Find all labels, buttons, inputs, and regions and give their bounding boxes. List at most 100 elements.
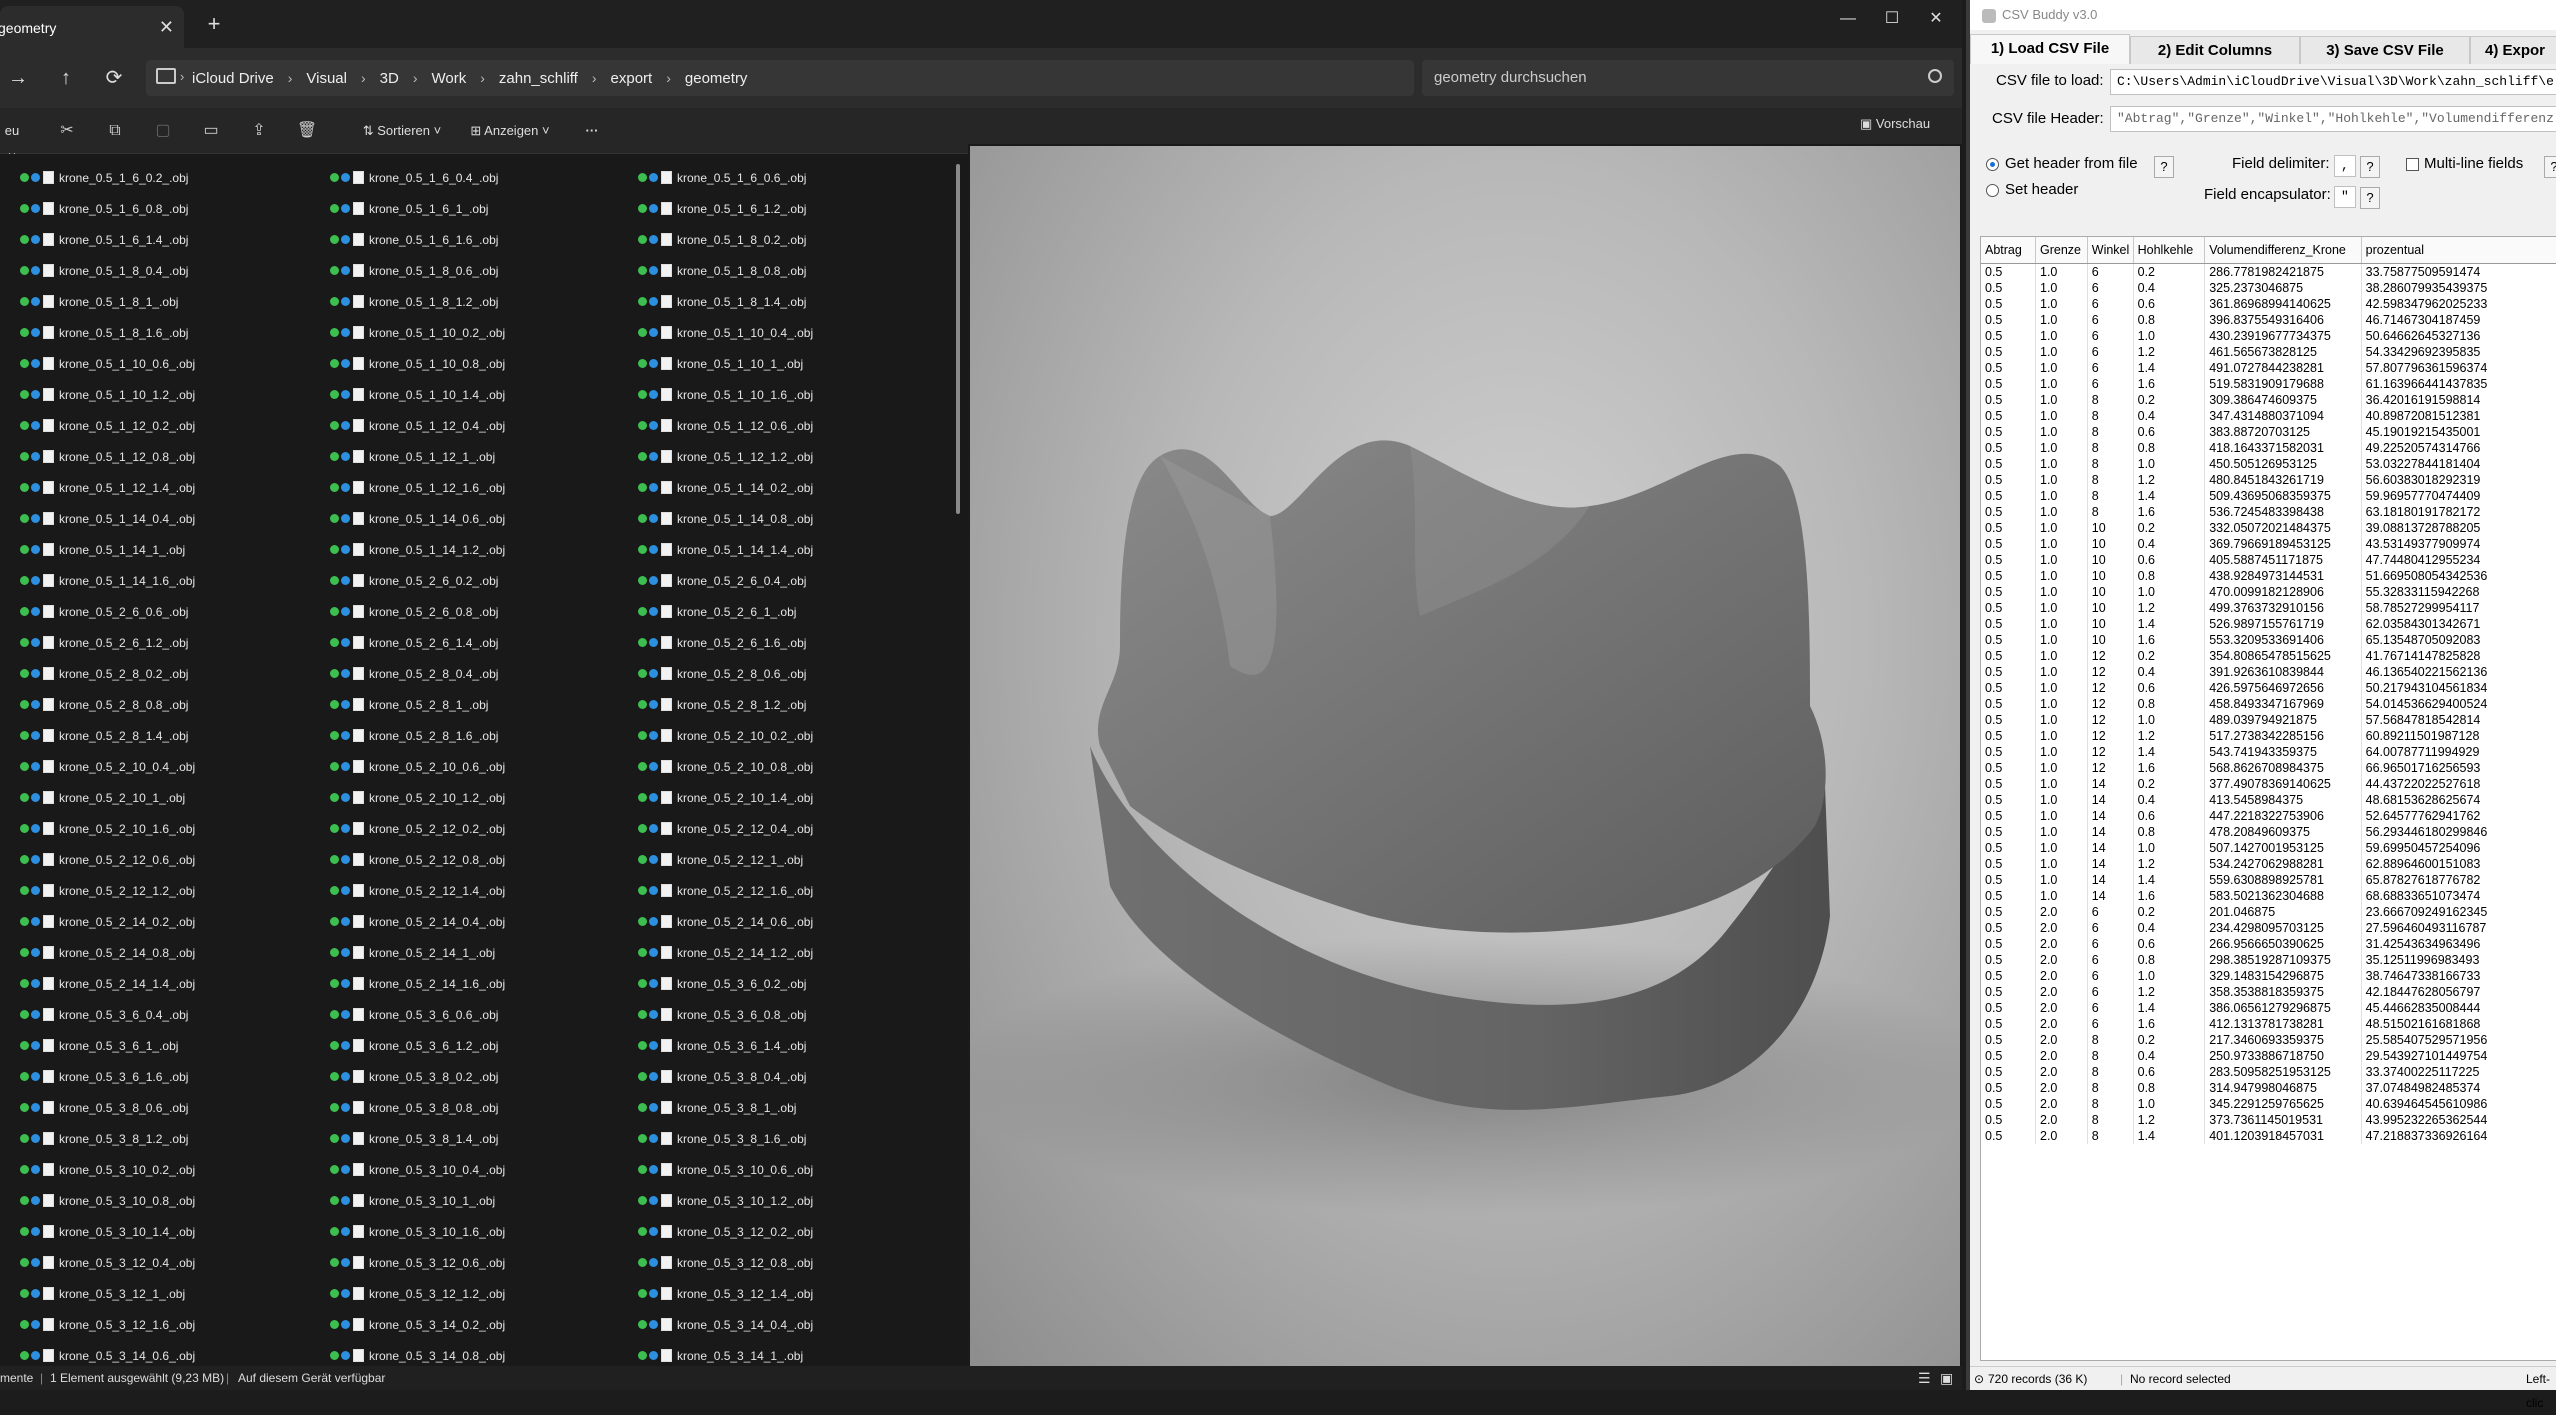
new-button[interactable]: eu ˅ — [0, 118, 24, 164]
file-item[interactable]: krone_0.5_1_14_1.6_.obj — [20, 565, 195, 596]
file-item[interactable]: krone_0.5_1_8_0.6_.obj — [330, 255, 505, 286]
file-list-scrollbar[interactable] — [956, 164, 960, 514]
table-row[interactable]: 0.5 1.0 8 0.8 418.1643371582031 49.2252057431… — [1981, 439, 2556, 456]
close-tab-icon[interactable]: ✕ — [159, 9, 174, 45]
file-item[interactable]: krone_0.5_2_14_1_.obj — [330, 937, 505, 968]
table-row[interactable]: 0.5 1.0 6 0.2 286.7781982421875 33.7587750959… — [1981, 263, 2556, 280]
file-item[interactable]: krone_0.5_1_14_1.2_.obj — [330, 534, 505, 565]
table-row[interactable]: 0.5 1.0 12 1.4 543.741943359375 64.0078771199… — [1981, 743, 2556, 760]
file-item[interactable]: krone_0.5_1_8_0.4_.obj — [20, 255, 195, 286]
file-item[interactable]: krone_0.5_2_12_1.2_.obj — [20, 875, 195, 906]
file-item[interactable]: krone_0.5_2_12_1.4_.obj — [330, 875, 505, 906]
table-row[interactable]: 0.5 1.0 6 0.6 361.86968994140625 42.598347962… — [1981, 295, 2556, 312]
file-item[interactable]: krone_0.5_1_6_0.2_.obj — [20, 162, 195, 193]
table-row[interactable]: 0.5 1.0 14 1.4 559.6308898925781 65.878276187… — [1981, 871, 2556, 888]
file-item[interactable]: krone_0.5_3_10_1_.obj — [330, 1185, 505, 1216]
file-item[interactable]: krone_0.5_1_10_1.6_.obj — [638, 379, 813, 410]
file-item[interactable]: krone_0.5_1_8_0.8_.obj — [638, 255, 813, 286]
file-item[interactable]: krone_0.5_2_14_0.6_.obj — [638, 906, 813, 937]
breadcrumb-item[interactable]: export — [611, 70, 653, 87]
file-item[interactable]: krone_0.5_3_6_1.4_.obj — [638, 1030, 813, 1061]
breadcrumb-item[interactable]: zahn_schliff — [499, 70, 578, 87]
field-encapsulator-input[interactable]: " — [2334, 186, 2356, 208]
file-item[interactable]: krone_0.5_2_8_1.4_.obj — [20, 720, 195, 751]
table-row[interactable]: 0.5 2.0 6 0.4 234.42980957031​25 27.596460493… — [1981, 919, 2556, 936]
table-row[interactable]: 0.5 1.0 12 1.0 489.039794921875 57.5684781854… — [1981, 711, 2556, 728]
file-item[interactable]: krone_0.5_2_8_0.6_.obj — [638, 658, 813, 689]
file-item[interactable]: krone_0.5_2_8_1_.obj — [330, 689, 505, 720]
column-header[interactable]: prozentual — [2361, 237, 2556, 264]
delimiter-help-button[interactable]: ? — [2360, 156, 2380, 178]
file-item[interactable]: krone_0.5_2_6_0.4_.obj — [638, 565, 813, 596]
table-row[interactable]: 0.5 2.0 6 1.0 329.1483154296875 38.7464733816… — [1981, 967, 2556, 984]
table-row[interactable]: 0.5 1.0 8 0.2 309.386474609375 36.42016191598… — [1981, 391, 2556, 408]
table-row[interactable]: 0.5 1.0 12 0.6 426.5975646972656 50.217943104… — [1981, 679, 2556, 696]
file-item[interactable]: krone_0.5_1_10_0.4_.obj — [638, 317, 813, 348]
table-row[interactable]: 0.5 2.0 6 1.2 358.3538818359375 42.1844762805… — [1981, 983, 2556, 1000]
file-item[interactable]: krone_0.5_3_10_0.4_.obj — [330, 1154, 505, 1185]
share-icon[interactable]: ⇪ — [248, 118, 270, 140]
copy-icon[interactable]: ⧉ — [104, 118, 126, 140]
file-item[interactable]: krone_0.5_2_10_1.2_.obj — [330, 782, 505, 813]
file-item[interactable]: krone_0.5_2_14_1.4_.obj — [20, 968, 195, 999]
table-row[interactable]: 0.5 1.0 6 1.2 461.565673828125 54.33429692395… — [1981, 343, 2556, 360]
csv-header-input[interactable]: "Abtrag","Grenze","Winkel","Hohlkehle","… — [2110, 106, 2556, 132]
column-header[interactable]: Winkel — [2087, 237, 2134, 264]
file-item[interactable]: krone_0.5_3_12_0.6_.obj — [330, 1247, 505, 1278]
table-row[interactable]: 0.5 1.0 14 1.2 534.2427062988281 62.889646001… — [1981, 855, 2556, 872]
file-item[interactable]: krone_0.5_3_12_1.4_.obj — [638, 1278, 813, 1309]
this-pc-icon[interactable] — [156, 68, 176, 84]
file-item[interactable]: krone_0.5_2_10_1.6_.obj — [20, 813, 195, 844]
cut-icon[interactable]: ✂ — [56, 118, 78, 140]
file-item[interactable]: krone_0.5_3_6_0.8_.obj — [638, 999, 813, 1030]
file-item[interactable]: krone_0.5_1_14_0.4_.obj — [20, 503, 195, 534]
table-row[interactable]: 0.5 2.0 6 0.6 266.9566650390625 31.4254363496… — [1981, 935, 2556, 952]
file-item[interactable]: krone_0.5_2_8_0.8_.obj — [20, 689, 195, 720]
file-item[interactable]: krone_0.5_2_10_1_.obj — [20, 782, 195, 813]
search-input[interactable]: geometry durchsuchen — [1422, 60, 1954, 96]
file-item[interactable]: krone_0.5_2_14_1.2_.obj — [638, 937, 813, 968]
file-item[interactable]: krone_0.5_1_6_0.4_.obj — [330, 162, 505, 193]
chevron-right-icon[interactable]: › — [480, 70, 485, 86]
minimize-icon[interactable]: — — [1828, 4, 1868, 34]
file-item[interactable]: krone_0.5_1_14_1.4_.obj — [638, 534, 813, 565]
file-item[interactable]: krone_0.5_2_6_0.2_.obj — [330, 565, 505, 596]
file-item[interactable]: krone_0.5_2_10_0.6_.obj — [330, 751, 505, 782]
file-item[interactable]: krone_0.5_1_6_0.8_.obj — [20, 193, 195, 224]
file-item[interactable]: krone_0.5_3_14_0.4_.obj — [638, 1309, 813, 1340]
table-row[interactable]: 0.5 1.0 6 1.4 491.0727844238281 57.8077963615… — [1981, 359, 2556, 376]
file-item[interactable]: krone_0.5_3_8_1.4_.obj — [330, 1123, 505, 1154]
preview-toggle[interactable]: ▣ Vorschau — [1860, 116, 1930, 132]
file-item[interactable]: krone_0.5_2_6_0.8_.obj — [330, 596, 505, 627]
table-row[interactable]: 0.5 2.0 6 0.8 298.3851928710937​5 35.12511996… — [1981, 951, 2556, 968]
file-item[interactable]: krone_0.5_1_6_0.6_.obj — [638, 162, 813, 193]
file-item[interactable]: krone_0.5_3_12_1.6_.obj — [20, 1309, 195, 1340]
address-bar[interactable]: › iCloud Drive › Visual › 3D › Work › zahn_schli… — [146, 60, 1414, 96]
set-header-radio[interactable] — [1986, 184, 1999, 197]
multiline-help-button[interactable]: ? — [2544, 156, 2556, 178]
file-item[interactable]: krone_0.5_3_14_0.2_.obj — [330, 1309, 505, 1340]
file-item[interactable]: krone_0.5_2_8_1.2_.obj — [638, 689, 813, 720]
table-row[interactable]: 0.5 2.0 6 1.4 386.06561279296875 45.446628350… — [1981, 999, 2556, 1016]
table-row[interactable]: 0.5 2.0 6 0.2 201.046875 23.66670924916234​5 — [1981, 903, 2556, 920]
file-item[interactable]: krone_0.5_3_8_0.8_.obj — [330, 1092, 505, 1123]
file-item[interactable]: krone_0.5_3_10_1.4_.obj — [20, 1216, 195, 1247]
chevron-right-icon[interactable]: › — [666, 70, 671, 86]
file-item[interactable]: krone_0.5_1_12_0.6_.obj — [638, 410, 813, 441]
table-row[interactable]: 0.5 1.0 10 1.6 553.3209533691406 65.135487050… — [1981, 631, 2556, 648]
up-icon[interactable]: ↑ — [50, 62, 82, 94]
tiles-view-icon[interactable]: ▣ — [1940, 1366, 1953, 1390]
maximize-icon[interactable]: ☐ — [1872, 4, 1912, 34]
file-item[interactable]: krone_0.5_3_12_0.8_.obj — [638, 1247, 813, 1278]
table-row[interactable]: 0.5 1.0 12 1.6 568.8626708984375 66.965017162… — [1981, 759, 2556, 776]
file-item[interactable]: krone_0.5_2_8_1.6_.obj — [330, 720, 505, 751]
sort-button[interactable]: ⇅ Sortieren ˅ — [348, 118, 456, 144]
tab-load-csv[interactable]: 1) Load CSV File — [1970, 34, 2130, 64]
csv-file-path-input[interactable]: C:\Users\Admin\iCloudDrive\Visual\3D\Wor… — [2110, 69, 2556, 95]
table-row[interactable]: 0.5 1.0 8 0.6 383.88720703125 45.190192154350… — [1981, 423, 2556, 440]
file-item[interactable]: krone_0.5_1_14_0.2_.obj — [638, 472, 813, 503]
search-icon[interactable] — [1928, 69, 1942, 83]
table-row[interactable]: 0.5 1.0 14 0.6 447.2218322753906 52.645777629… — [1981, 807, 2556, 824]
column-header[interactable]: Hohlkehle — [2133, 237, 2206, 264]
breadcrumb-item[interactable]: iCloud Drive — [192, 70, 274, 87]
